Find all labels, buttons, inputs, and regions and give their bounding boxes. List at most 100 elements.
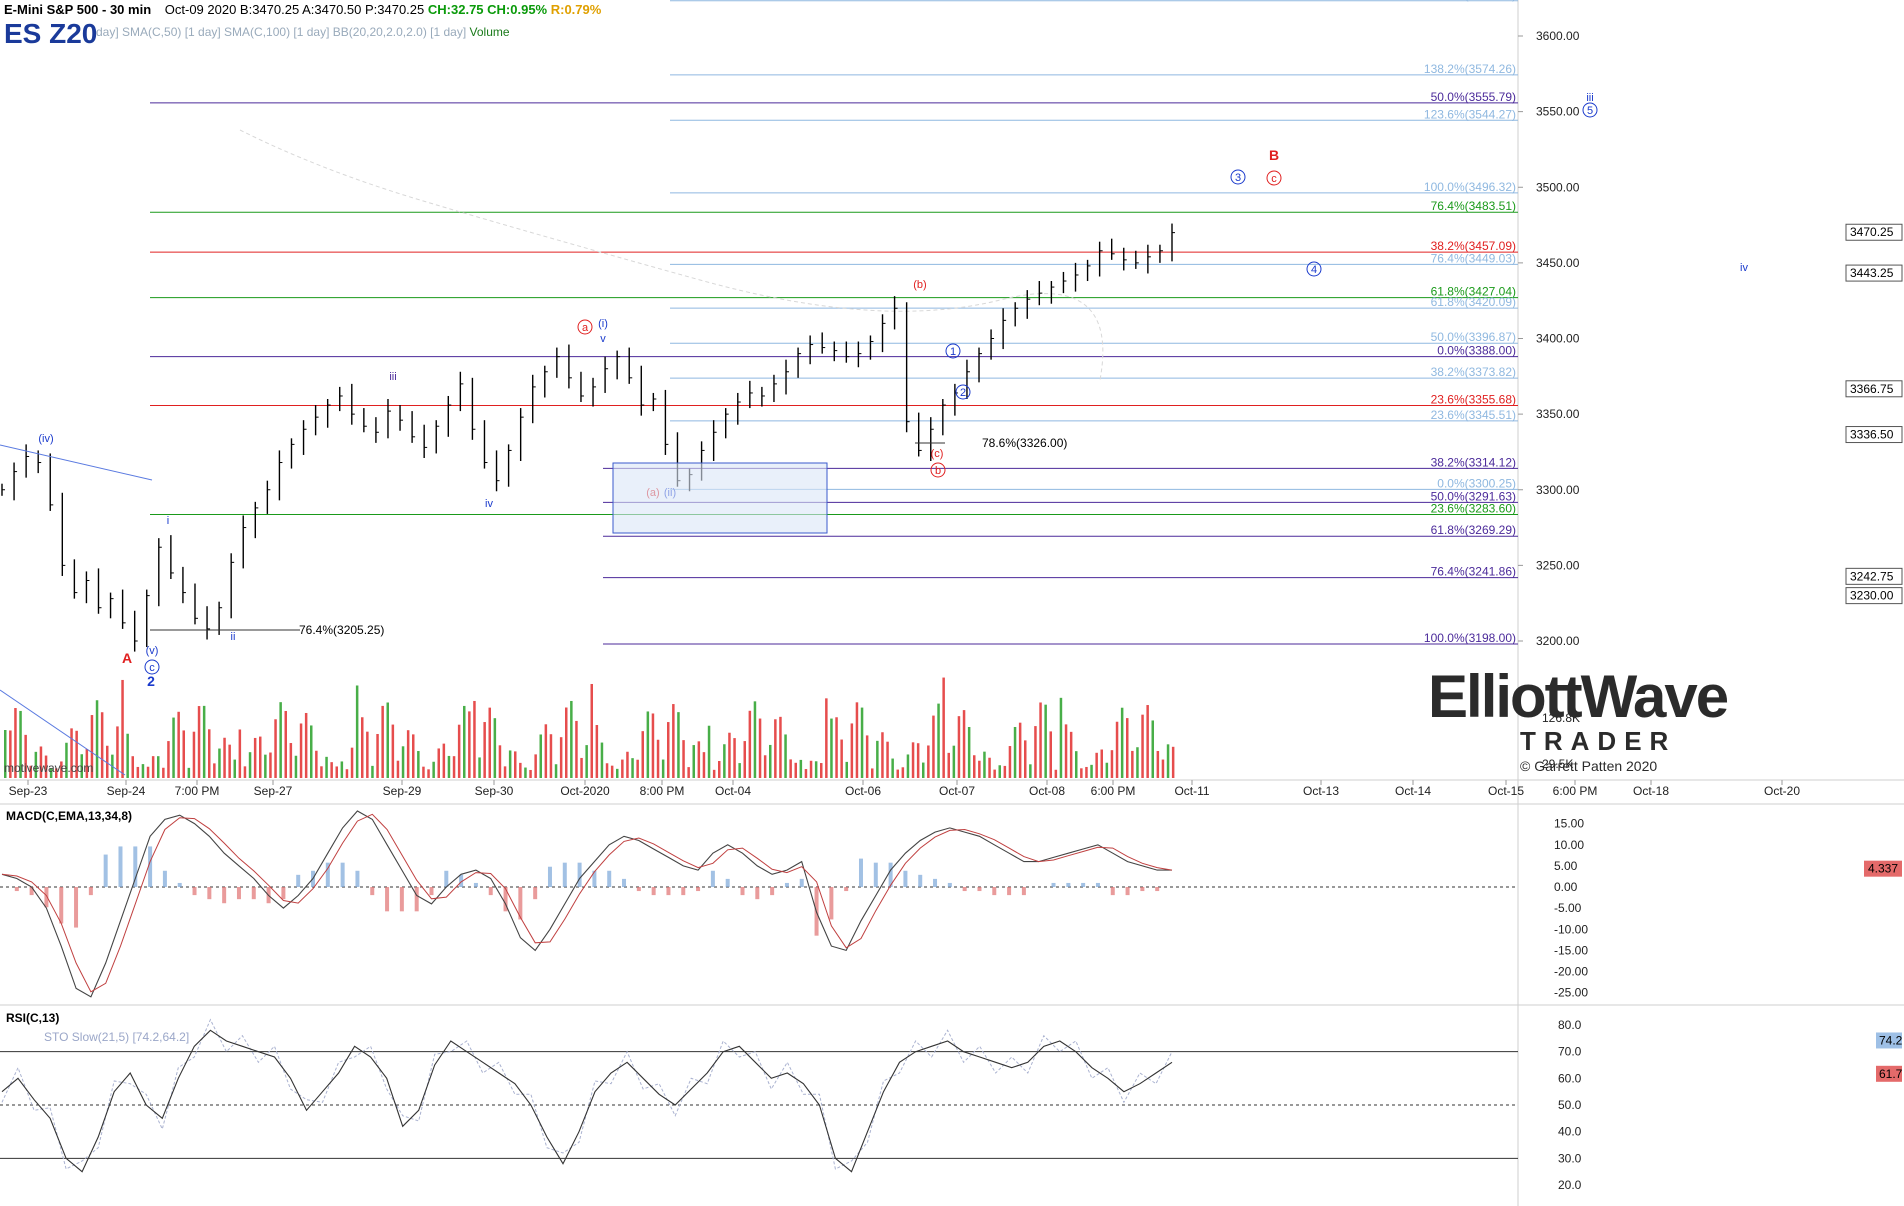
wave-label: A: [122, 650, 132, 666]
macd-tick-label: -10.00: [1554, 922, 1588, 936]
macd-histogram-bar: [414, 887, 419, 912]
volume-bar: [641, 731, 644, 778]
macd-signal-line: [1, 813, 1173, 993]
time-tick-label: Oct-14: [1395, 784, 1431, 798]
volume-bar: [1146, 705, 1149, 778]
macd-histogram-bar: [207, 887, 212, 900]
price-tick-label: 3300.00: [1536, 483, 1580, 497]
volume-bar: [1039, 702, 1042, 778]
macd-histogram-bar: [947, 882, 952, 887]
wave-label: c: [1271, 173, 1277, 185]
volume-bar: [483, 722, 486, 778]
macd-histogram-bar: [562, 862, 567, 887]
volume-bar: [865, 735, 869, 778]
volume-bar: [942, 677, 945, 778]
volume-bar: [743, 741, 746, 778]
volume-bar: [1115, 721, 1119, 778]
price-axis-ticks: 3200.00 3250.00 3300.00 3350.00 3400.00 3450.…: [1518, 29, 1580, 648]
volume-bar: [284, 710, 287, 778]
wave-label: (c): [931, 448, 944, 460]
fib-label: 138.2%(3574.26): [1424, 62, 1516, 76]
volume-bar: [1136, 747, 1139, 778]
fib-label: 50.0%(3555.79): [1431, 90, 1516, 104]
volume-bar: [366, 731, 369, 778]
macd-tick-label: 10.00: [1554, 838, 1584, 852]
macd-tick-label: -20.00: [1554, 965, 1588, 979]
volume-bar: [503, 766, 507, 778]
macd-histogram-bar: [177, 882, 182, 887]
volume-bar: [758, 718, 762, 778]
target-box: [612, 462, 828, 534]
volume-bar: [151, 756, 155, 778]
volume-bar: [457, 724, 461, 778]
volume-legend: Volume: [469, 25, 510, 39]
time-tick-label: Sep-24: [107, 784, 146, 798]
volume-bar: [381, 705, 384, 778]
macd-histogram-bar: [770, 887, 775, 896]
volume-bar: [412, 734, 415, 778]
volume-bar: [172, 717, 175, 778]
volume-bar: [325, 756, 328, 778]
price-tick-label: 3550.00: [1536, 105, 1580, 119]
volume-bar: [1034, 726, 1037, 778]
wave-label: 4: [1311, 264, 1317, 276]
macd-histogram-bar: [103, 854, 108, 887]
volume-bar: [100, 712, 104, 778]
volume-bar: [626, 751, 629, 778]
volume-bar: [213, 763, 216, 778]
volume-bar: [141, 764, 145, 778]
volume-bar: [478, 757, 481, 778]
volume-bar: [361, 717, 364, 778]
volume-bar: [1131, 750, 1134, 778]
volume-bar: [340, 761, 344, 778]
volume-bar: [1018, 722, 1022, 778]
volume-bar: [687, 767, 690, 778]
volume-bar: [667, 722, 670, 778]
volume-bar: [233, 759, 236, 778]
macd-histogram-bar: [192, 887, 197, 896]
volume-bar: [401, 746, 405, 778]
volume-bar: [988, 757, 991, 778]
volume-bar: [1069, 731, 1073, 778]
volume-bar: [473, 700, 476, 778]
volume-bar: [789, 759, 792, 778]
volume-bar: [554, 764, 558, 778]
volume-bar: [498, 745, 502, 778]
volume-bar: [911, 742, 915, 778]
volume-bar: [182, 730, 185, 778]
volume-bar: [860, 707, 864, 778]
macd-histogram-bar: [355, 870, 360, 887]
wave-label: B: [1269, 147, 1279, 163]
price-tag-label: 3242.75: [1850, 569, 1894, 583]
fib-label: 50.0%(3396.87): [1431, 330, 1516, 344]
macd-histogram-bar: [1155, 887, 1160, 892]
volume-bar: [243, 766, 247, 778]
volume-bar: [1100, 749, 1103, 778]
macd-histogram-bar: [1095, 882, 1100, 887]
volume-bar: [697, 741, 701, 778]
wave-label: 5: [1587, 105, 1593, 117]
volume-bar: [121, 679, 124, 778]
volume-bar: [1141, 714, 1144, 778]
volume-bar: [794, 762, 797, 778]
wave-label: ii: [231, 631, 236, 643]
rsi-panel-title: RSI(C,13): [6, 1011, 60, 1025]
time-tick-label: Oct-04: [715, 784, 751, 798]
volume-bar: [238, 729, 242, 778]
volume-bar: [355, 685, 359, 778]
volume-bar: [422, 766, 425, 778]
volume-bar: [519, 762, 522, 778]
volume-bar: [1075, 751, 1078, 778]
volume-bar: [304, 712, 308, 778]
macd-histogram-bar: [385, 887, 390, 912]
volume-bar: [371, 765, 374, 778]
volume-bar: [733, 738, 736, 778]
volume-bar: [922, 762, 925, 778]
volume-bar: [973, 755, 976, 778]
volume-bar: [590, 683, 593, 778]
volume-bar: [1090, 764, 1093, 778]
volume-bar: [580, 757, 583, 778]
volume-bar: [315, 750, 318, 778]
macd-histogram-bar: [74, 887, 79, 928]
volume-bar: [774, 719, 777, 778]
